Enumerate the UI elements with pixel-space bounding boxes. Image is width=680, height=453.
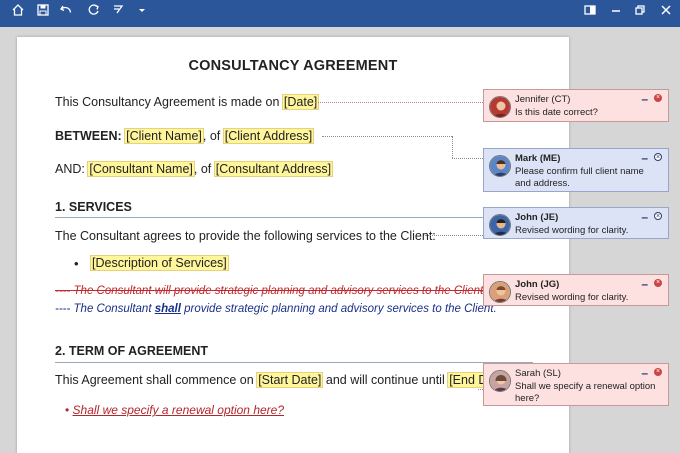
comment-text: Revised wording for clarity. [515,225,629,236]
term-text-b: and will continue until [322,373,449,387]
comment-balloon[interactable]: Mark (ME) Please confirm full client nam… [483,148,669,192]
section1-divider [55,217,533,218]
services-bullet: • [74,256,79,271]
save-icon[interactable] [33,3,53,23]
section1-heading: 1. SERVICES [55,200,132,214]
comment-author: John (JE) [515,212,559,223]
comment-leader [452,136,453,158]
between-label: BETWEEN: [55,129,122,143]
inserted-shall: shall [154,303,181,315]
close-comment-icon[interactable]: × [654,368,662,376]
client-address-field[interactable]: [Client Address] [222,128,315,144]
term-text-a: This Agreement shall commence on [55,373,258,387]
undo-icon[interactable] [56,3,76,23]
inserted-text-b: provide strategic planning and advisory … [180,303,497,315]
comment-leader [322,136,452,137]
avatar [489,370,511,392]
comment-balloon[interactable]: John (JG) Revised wording for clarity. –… [483,274,669,306]
avatar [489,96,511,118]
restore-icon[interactable] [630,3,650,23]
comment-text: Please confirm full client name and addr… [515,166,644,189]
term-line: This Agreement shall commence on [Start … [55,372,513,388]
comment-text: Is this date correct? [515,107,598,118]
comment-leader [315,102,483,103]
title-bar [0,0,680,27]
close-comment-icon[interactable]: × [654,279,662,287]
renewal-text: Shall we specify a renewal option here? [72,403,285,417]
deleted-prefix: ---- [55,285,71,297]
renewal-comment-line[interactable]: • Shall we specify a renewal option here… [65,403,284,417]
close-icon[interactable] [656,3,676,23]
services-intro: The Consultant agrees to provide the fol… [55,229,436,243]
close-comment-icon[interactable]: × [654,153,662,161]
format-icon[interactable] [108,3,128,23]
document-title: CONSULTANCY AGREEMENT [188,58,398,74]
comment-leader [425,235,483,236]
minimize-comment-icon[interactable]: – [641,277,648,291]
home-icon[interactable] [8,3,28,23]
comment-text: Shall we specify a renewal option here? [515,381,656,404]
start-date-field[interactable]: [Start Date] [256,372,324,388]
redo-icon[interactable] [83,3,103,23]
comment-text: Revised wording for clarity. [515,292,629,303]
minimize-comment-icon[interactable]: – [641,210,648,224]
section2-heading: 2. TERM OF AGREEMENT [55,344,209,358]
intro-line: This Consultancy Agreement is made on [D… [55,94,320,110]
comment-leader [452,158,483,159]
inserted-prefix: ---- [55,303,71,315]
minimize-comment-icon[interactable]: – [641,92,648,106]
comment-author: Jennifer (CT) [515,94,571,105]
dropdown-icon[interactable] [132,3,152,23]
comment-balloon[interactable]: Jennifer (CT) Is this date correct? – × [483,89,669,122]
reading-mode-icon[interactable] [580,3,600,23]
avatar [489,155,511,177]
consultant-name-field[interactable]: [Consultant Name] [87,161,195,177]
between-line: BETWEEN: [Client Name], of [Client Addre… [55,128,315,144]
inserted-text-a: The Consultant [73,303,155,315]
date-field[interactable]: [Date] [281,94,320,110]
minimize-comment-icon[interactable]: – [641,366,648,380]
section2-divider [55,362,533,363]
minimize-comment-icon[interactable]: – [641,151,648,165]
intro-text: This Consultancy Agreement is made on [55,95,283,109]
services-desc-field[interactable]: [Description of Services] [90,255,229,271]
deleted-text-line[interactable]: ---- The Consultant will provide strateg… [55,285,486,297]
and-line: AND: [Consultant Name], of [Consultant A… [55,161,334,177]
and-label: AND: [55,162,85,176]
close-comment-icon[interactable]: × [654,212,662,220]
client-name-field[interactable]: [Client Name] [124,128,204,144]
deleted-text: The Consultant will provide strategic pl… [73,285,487,297]
avatar [489,214,511,236]
services-line: [Description of Services] [90,255,229,271]
comment-author: John (JG) [515,279,560,290]
close-comment-icon[interactable]: × [654,94,662,102]
inserted-text-line[interactable]: ---- The Consultant shall provide strate… [55,303,497,315]
comma-of-text: , of [202,129,224,143]
comma-of-text: , of [193,162,215,176]
comment-author: Mark (ME) [515,153,561,164]
comment-author: Sarah (SL) [515,368,561,379]
consultant-address-field[interactable]: [Consultant Address] [213,161,334,177]
renewal-bullet: • [65,403,70,417]
comment-balloon[interactable]: Sarah (SL) Shall we specify a renewal op… [483,363,669,406]
comment-balloon[interactable]: John (JE) Revised wording for clarity. –… [483,207,669,239]
avatar [489,281,511,303]
minimize-icon[interactable] [606,3,626,23]
